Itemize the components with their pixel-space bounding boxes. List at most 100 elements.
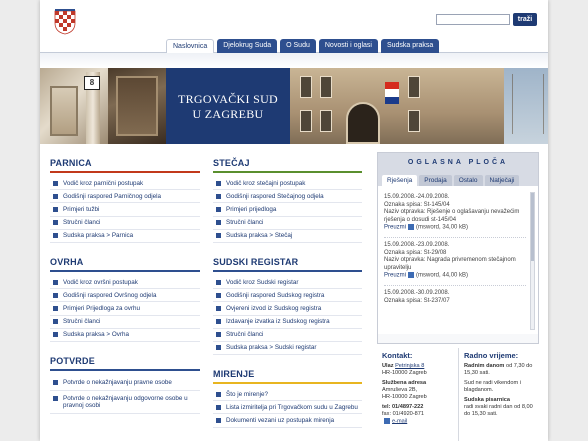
list-item[interactable]: Vodič kroz stečajni postupak [213,177,362,191]
email-link[interactable]: e-mail [392,418,407,424]
bullet-icon [53,279,58,285]
tab-sudska-praksa[interactable]: Sudska praksa [380,39,440,53]
court-name-line2: U ZAGREBU [192,107,264,121]
section-title: OVRHA [50,257,200,272]
tab-ostalo[interactable]: Ostalo [453,175,483,186]
tree-image [504,68,548,144]
bullet-icon [53,292,58,298]
file-info: (msword, 34,00 kB) [416,224,469,231]
link-label: Potvrde o nekažnjavanju odgovorne osobe … [63,394,188,409]
croatian-coat-of-arms-icon[interactable] [54,9,76,35]
list-item[interactable]: Potvrde o nekažnjavanju pravne osobe [50,375,200,391]
notice-board-scrollbar[interactable] [530,192,535,330]
court-name-line1: TRGOVAČKI SUD [177,92,279,106]
list-item[interactable]: Godišnji raspored Parničnog odjela [50,190,200,204]
download-link[interactable]: Preuzmi [384,273,406,279]
notice-entry: 15.09.2008.-30.09.2008. Oznaka spisa: St… [384,286,526,310]
bullet-icon [216,319,221,325]
list-item[interactable]: Stručni članci [50,316,200,329]
scrollbar-thumb[interactable] [531,193,534,261]
notice-dates: 15.09.2008.-23.09.2008. [384,242,450,249]
bullet-icon [216,418,221,424]
contact-info: Kontakt: Ulaz Petrinjska 8 HR-10000 Zagr… [377,348,458,441]
file-info: (msword, 44,00 kB) [416,272,469,279]
list-item[interactable]: Stručni članci [213,217,362,230]
list-item[interactable]: Godišnji raspored Stečajnog odjela [213,190,362,204]
banner-photo-door [108,68,166,144]
window-image [320,76,332,98]
bullet-icon [53,395,58,401]
document-icon [408,272,415,279]
list-item[interactable]: Primjeri prijedloga [213,203,362,217]
link-label: Vodič kroz Sudski registar [226,278,299,286]
bullet-icon [216,180,221,186]
list-item[interactable]: Lista izmiritelja pri Trgovačkom sudu u … [213,401,362,415]
bullet-icon [216,332,221,338]
page: traži Naslovnica Djelokrug Suda O Sudu N… [40,0,548,441]
bullet-icon [216,206,221,212]
court-name-banner: TRGOVAČKI SUD U ZAGREBU [166,68,290,144]
tab-djelokrug-suda[interactable]: Djelokrug Suda [217,39,278,53]
section-title: POTVRDE [50,356,200,371]
tab-o-sudu[interactable]: O Sudu [280,39,316,53]
notice-case: Oznaka spisa: St-237/07 [384,297,450,304]
list-item[interactable]: Sudska praksa > Stečaj [213,230,362,243]
header-banner: 8 TRGOVAČKI SUD U ZAGREBU [40,68,548,144]
list-item[interactable]: Godišnji raspored Sudskog registra [213,289,362,303]
fax-number: fax: 01/4920-871 [382,411,424,417]
middle-column: STEČAJ Vodič kroz stečajni postupak Godi… [213,144,362,428]
list-item[interactable]: Sudska praksa > Ovrha [50,329,200,342]
tab-prodaja[interactable]: Prodaja [419,175,452,186]
window-image [300,110,312,132]
link-label: Godišnji raspored Stečajnog odjela [226,192,324,200]
tab-rjesenja[interactable]: Rješenja [382,175,418,186]
address-label: Ulaz [382,363,394,369]
list-item[interactable]: Godišnji raspored Ovršnog odjela [50,289,200,303]
door-panel-image [116,76,158,136]
list-item[interactable]: Sudska praksa > Sudski registar [213,342,362,356]
bullet-icon [53,206,58,212]
list-item[interactable]: Vodič kroz parnični postupak [50,177,200,191]
link-label: Primjeri tužbi [63,205,100,213]
list-item[interactable]: Dokumenti vezani uz postupak mirenja [213,414,362,428]
list-item[interactable]: Sudska praksa > Parnica [50,230,200,243]
notice-dates: 15.09.2008.-30.09.2008. [384,290,450,297]
link-label: Izdavanje izvatka iz Sudskog registra [226,318,330,326]
hours-weekday-label: Radnim danom [464,363,505,369]
banner-photo-entrance: 8 [40,68,108,144]
download-link[interactable]: Preuzmi [384,225,406,231]
list-item[interactable]: Vodič kroz Sudski registar [213,276,362,290]
link-label: Stručni članci [226,219,264,227]
section-mirenje: MIRENJE Što je mirenje? Lista izmiritelj… [213,369,362,428]
window-image [408,110,420,132]
address-link[interactable]: Petrinjska 8 [395,363,424,369]
window-image [320,110,332,132]
list-item[interactable]: Stručni članci [50,217,200,230]
list-item[interactable]: Primjeri Prijedloga za ovrhu [50,302,200,316]
notice-board-list: 15.09.2008.-24.09.2008. Oznaka spisa: St… [378,186,538,334]
contact-box: Kontakt: Ulaz Petrinjska 8 HR-10000 Zagr… [377,348,539,441]
list-item[interactable]: Stručni članci [213,329,362,342]
list-item[interactable]: Izdavanje izvatka iz Sudskog registra [213,316,362,329]
link-label: Ovjereni izvod iz Sudskog registra [226,304,322,312]
tab-novosti-i-oglasi[interactable]: Novosti i oglasi [318,39,378,53]
bullet-icon [53,379,58,385]
bullet-icon [53,305,58,311]
list-item[interactable]: Potvrde o nekažnjavanju odgovorne osobe … [50,391,200,414]
bullet-icon [53,220,58,226]
section-potvrde: POTVRDE Potvrde o nekažnjavanju pravne o… [50,356,200,414]
tab-naslovnica[interactable]: Naslovnica [166,39,215,53]
list-item[interactable]: Što je mirenje? [213,388,362,402]
list-item[interactable]: Ovjereni izvod iz Sudskog registra [213,302,362,316]
search-input[interactable] [436,14,510,25]
link-label: Godišnji raspored Parničnog odjela [63,192,162,200]
bullet-icon [216,193,221,199]
search-button[interactable]: traži [513,13,537,26]
bullet-icon [53,193,58,199]
list-item[interactable]: Primjeri tužbi [50,203,200,217]
header: traži Naslovnica Djelokrug Suda O Sudu N… [40,0,548,68]
tab-natjecaji[interactable]: Natječaji [484,175,520,186]
link-label: Primjeri prijedloga [226,205,277,213]
list-item[interactable]: Vodič kroz ovršni postupak [50,276,200,290]
link-label: Stručni članci [226,331,264,339]
